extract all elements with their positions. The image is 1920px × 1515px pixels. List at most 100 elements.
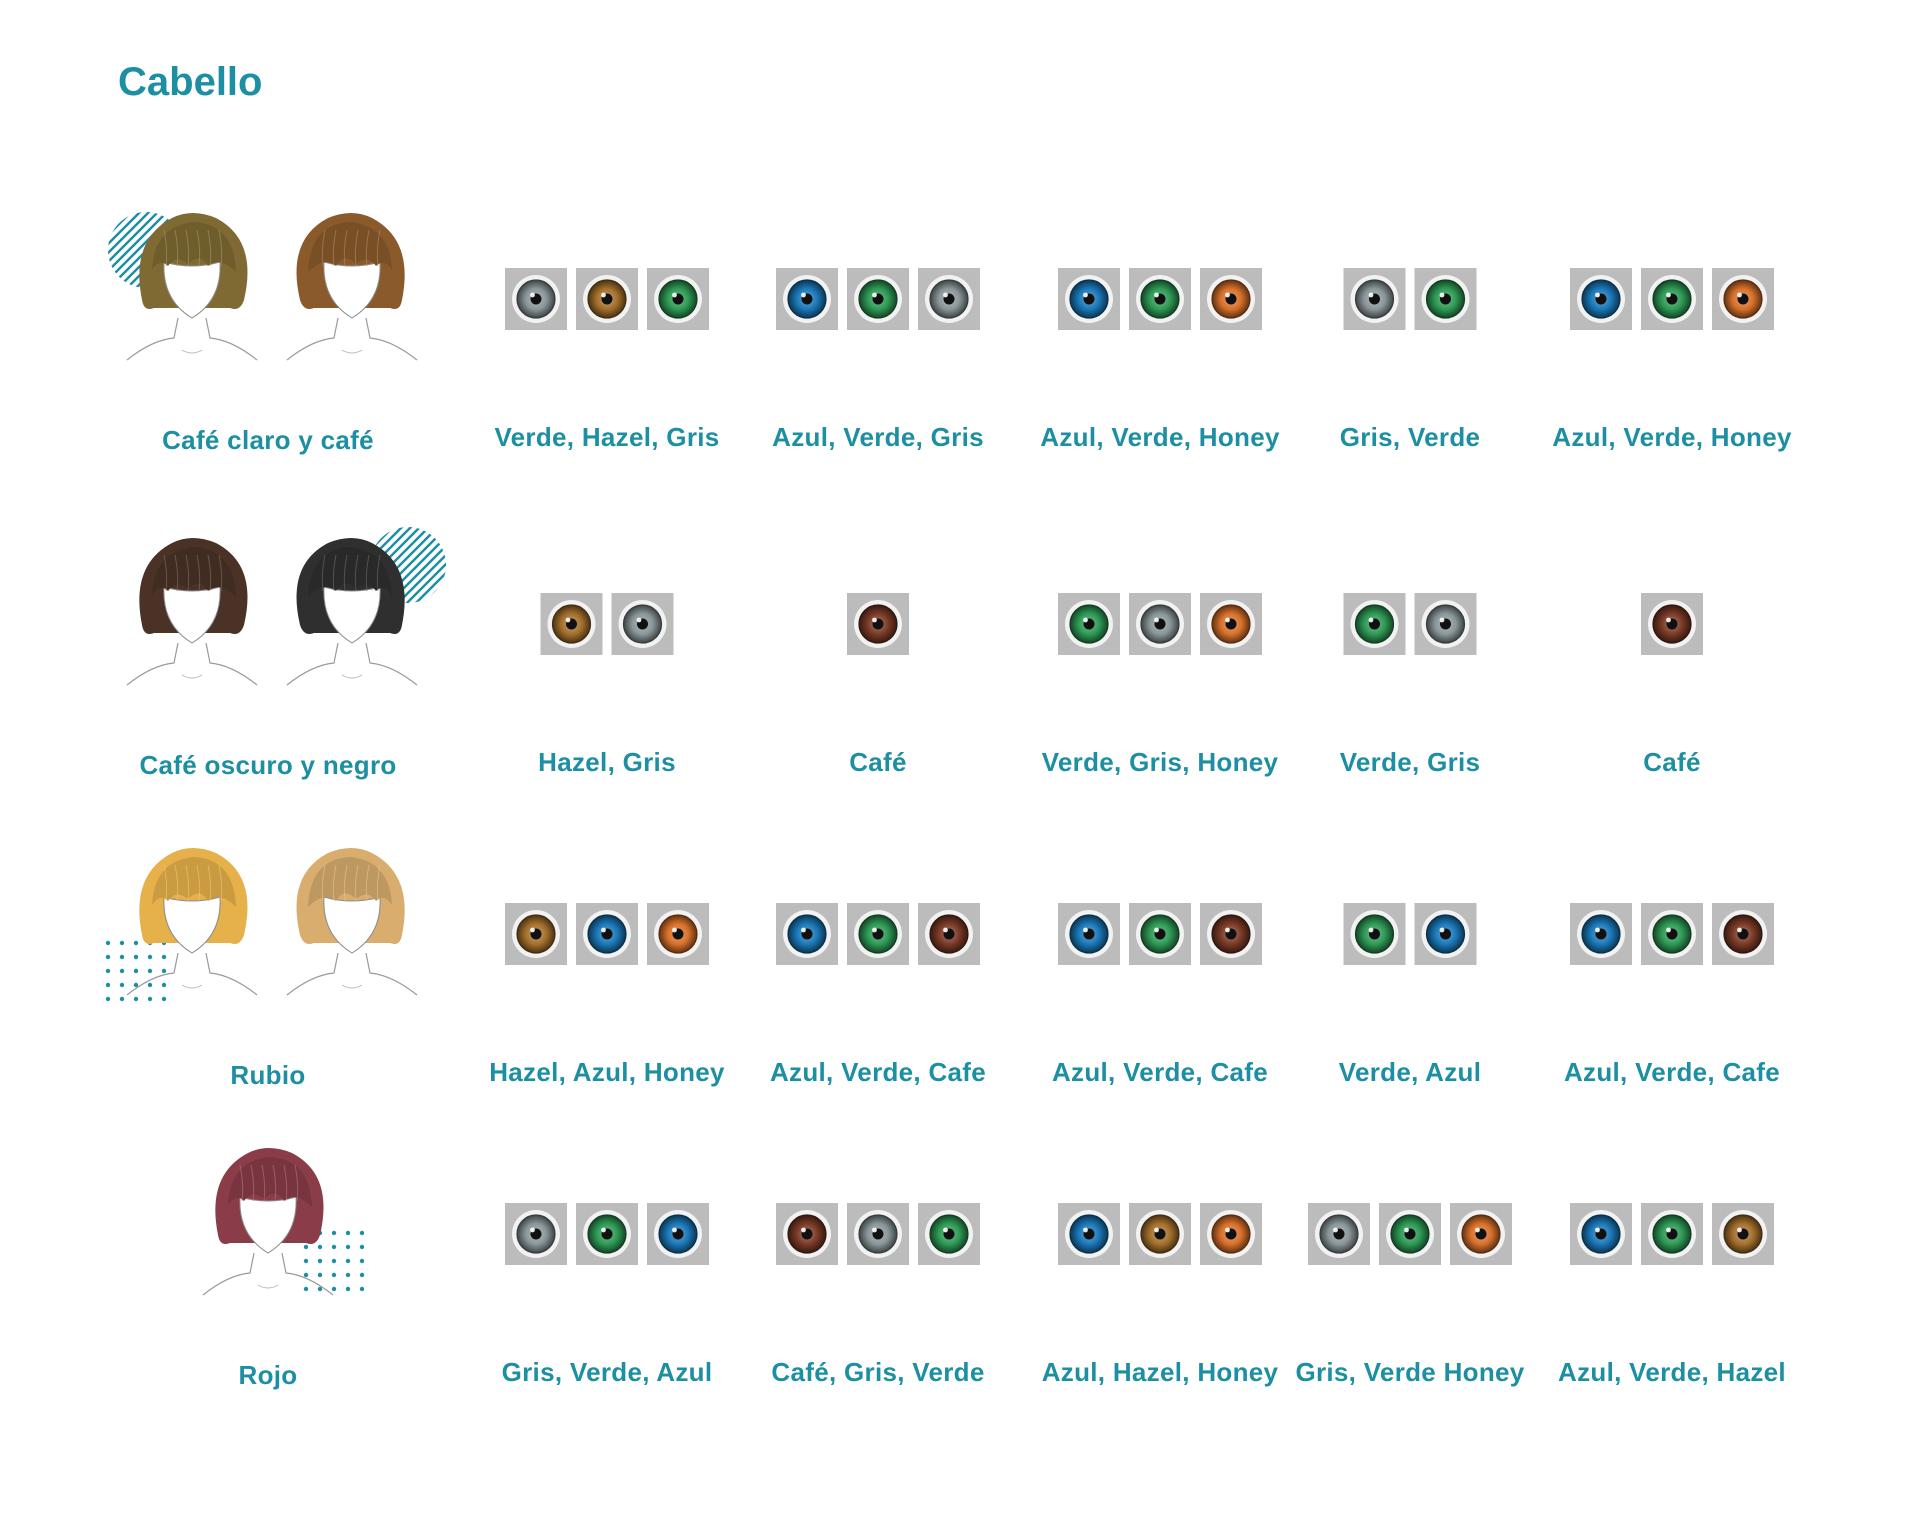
hair-color-label: Rubio	[230, 1060, 306, 1090]
eye-swatch-verde	[1129, 268, 1191, 330]
eye-color-label: Azul, Verde, Honey	[1040, 422, 1280, 452]
eye-swatch-verde	[1641, 1203, 1703, 1265]
eye-swatch-cafe	[847, 593, 909, 655]
hair-row: Café claro y café Verde, Hazel, Gris Azul,…	[0, 200, 1920, 500]
eye-color-label: Verde, Gris, Honey	[1041, 747, 1279, 777]
eye-swatch-verde	[1343, 593, 1406, 655]
eye-swatch-hazel	[1129, 1203, 1191, 1265]
eye-swatch-cafe	[1200, 903, 1262, 965]
eye-color-label: Verde, Hazel, Gris	[494, 422, 720, 452]
eye-swatch-verde	[1641, 268, 1703, 330]
hair-illustration	[272, 200, 432, 375]
eye-swatch-verde	[1379, 1203, 1441, 1265]
eye-color-label: Verde, Azul	[1338, 1057, 1482, 1087]
eye-swatch-azul	[1414, 903, 1477, 965]
eye-color-group	[1058, 1203, 1262, 1265]
eye-color-label: Gris, Verde Honey	[1295, 1357, 1525, 1387]
eye-color-group	[776, 903, 980, 965]
eye-swatch-honey	[647, 903, 709, 965]
hair-illustration	[105, 835, 272, 1010]
hair-figure	[126, 538, 258, 686]
eye-swatch-verde	[576, 1203, 638, 1265]
page-title: Cabello	[118, 60, 263, 104]
eye-swatch-verde	[1129, 903, 1191, 965]
eye-color-label: Gris, Verde	[1339, 422, 1481, 452]
eye-swatch-gris	[1308, 1203, 1370, 1265]
hair-color-label: Café claro y café	[162, 425, 374, 455]
eye-color-group	[540, 593, 674, 655]
eye-swatch-hazel	[576, 268, 638, 330]
eye-swatch-cafe	[776, 1203, 838, 1265]
hair-figure	[286, 538, 418, 686]
hair-figure	[202, 1148, 334, 1296]
eye-swatch-verde	[918, 1203, 980, 1265]
eye-swatch-cafe	[1641, 593, 1703, 655]
hair-illustration	[272, 525, 446, 700]
eye-color-label: Azul, Verde, Cafe	[1051, 1057, 1269, 1087]
eye-color-group	[1343, 268, 1477, 330]
hair-row: Café oscuro y negro Hazel, Gris Café Verde,…	[0, 525, 1920, 825]
eye-swatch-honey	[1450, 1203, 1512, 1265]
eye-color-group	[1343, 593, 1477, 655]
hair-illustration	[112, 525, 272, 700]
eye-swatch-azul	[776, 903, 838, 965]
eye-swatch-gris	[1129, 593, 1191, 655]
eye-color-group	[776, 268, 980, 330]
eye-swatch-gris	[505, 268, 567, 330]
hair-illustration	[272, 835, 432, 1010]
eye-swatch-hazel	[505, 903, 567, 965]
eye-swatch-hazel	[1712, 1203, 1774, 1265]
eye-color-group	[1641, 593, 1703, 655]
eye-swatch-gris	[611, 593, 674, 655]
hair-row: Rojo Gris, Verde, Azul Café, Gris, Verde Az…	[0, 1135, 1920, 1435]
eye-color-group	[1058, 903, 1262, 965]
eye-swatch-verde	[847, 903, 909, 965]
eye-swatch-honey	[1200, 268, 1262, 330]
hair-row: Rubio Hazel, Azul, Honey Azul, Verde, Cafe…	[0, 835, 1920, 1135]
eye-color-label: Café	[1643, 747, 1701, 777]
eye-swatch-verde	[1058, 593, 1120, 655]
eye-color-group	[1570, 903, 1774, 965]
eye-color-label: Azul, Hazel, Honey	[1041, 1357, 1279, 1387]
eye-color-group	[847, 593, 909, 655]
eye-color-label: Azul, Verde, Gris	[772, 422, 984, 452]
eye-swatch-gris	[918, 268, 980, 330]
eye-color-group	[1058, 268, 1262, 330]
hair-figure	[286, 848, 418, 996]
eye-color-group	[1343, 903, 1477, 965]
eye-swatch-azul	[1058, 903, 1120, 965]
eye-swatch-azul	[1058, 1203, 1120, 1265]
eye-color-group	[776, 1203, 980, 1265]
eye-color-group	[1058, 593, 1262, 655]
eye-color-label: Hazel, Azul, Honey	[489, 1057, 725, 1087]
eye-color-label: Hazel, Gris	[538, 747, 676, 777]
eye-color-group	[505, 903, 709, 965]
eye-swatch-gris	[505, 1203, 567, 1265]
eye-color-group	[1570, 268, 1774, 330]
eye-swatch-cafe	[1712, 903, 1774, 965]
eye-swatch-azul	[647, 1203, 709, 1265]
eye-color-label: Verde, Gris	[1339, 747, 1481, 777]
eye-color-label: Azul, Verde, Hazel	[1558, 1357, 1786, 1387]
eye-swatch-honey	[1200, 1203, 1262, 1265]
hair-figure	[126, 848, 258, 996]
eye-swatch-gris	[1414, 593, 1477, 655]
eye-color-group	[505, 1203, 709, 1265]
eye-swatch-gris	[847, 1203, 909, 1265]
eye-swatch-honey	[1200, 593, 1262, 655]
eye-color-label: Azul, Verde, Honey	[1552, 422, 1792, 452]
hair-illustration	[108, 200, 272, 375]
eye-swatch-honey	[1712, 268, 1774, 330]
hair-color-label: Café oscuro y negro	[139, 750, 397, 780]
eye-swatch-cafe	[918, 903, 980, 965]
eye-swatch-verde	[847, 268, 909, 330]
eye-swatch-azul	[1058, 268, 1120, 330]
eye-swatch-azul	[1570, 268, 1632, 330]
eye-color-group	[1570, 1203, 1774, 1265]
eye-color-group	[505, 268, 709, 330]
hair-figure	[126, 213, 258, 361]
hair-color-label: Rojo	[238, 1360, 298, 1390]
eye-swatch-verde	[1641, 903, 1703, 965]
eye-swatch-hazel	[540, 593, 603, 655]
eye-color-label: Café	[849, 747, 907, 777]
